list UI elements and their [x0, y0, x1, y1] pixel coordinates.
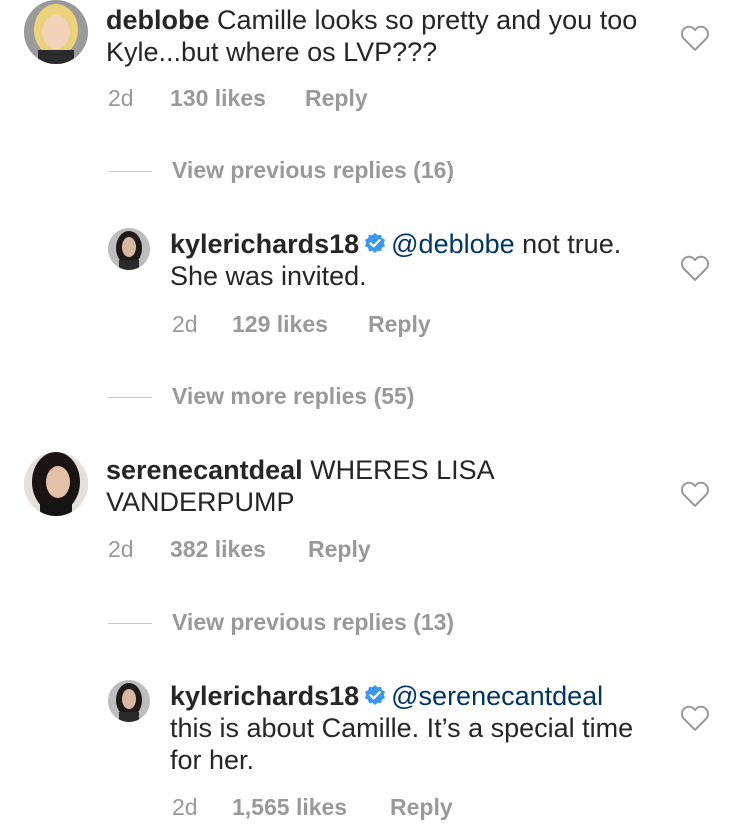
mention-link[interactable]: @deblobe — [391, 229, 515, 259]
avatar-serenecantdeal-image — [24, 452, 88, 516]
divider-line — [108, 623, 152, 625]
avatar-deblobe[interactable] — [24, 0, 88, 64]
timestamp: 2d — [108, 536, 134, 562]
comment-meta: 2d 130 likes Reply — [108, 85, 368, 112]
likes-count[interactable]: 130 likes — [170, 85, 305, 112]
verified-badge-icon — [365, 233, 386, 253]
likes-count[interactable]: 129 likes — [232, 311, 368, 338]
divider-line — [108, 397, 152, 399]
avatar-deblobe-image — [24, 0, 88, 64]
heart-icon[interactable] — [680, 254, 710, 282]
view-replies-link[interactable]: View previous replies (16) — [108, 157, 454, 184]
reply-button[interactable]: Reply — [368, 311, 431, 338]
reply-button[interactable]: Reply — [308, 536, 371, 563]
username-link[interactable]: kylerichards18 — [170, 681, 359, 711]
comment-text: deblobe Camille looks so pretty and you … — [106, 5, 638, 67]
heart-icon[interactable] — [680, 704, 710, 732]
timestamp: 2d — [172, 311, 198, 337]
avatar-serenecantdeal[interactable] — [24, 452, 88, 516]
comment-text: kylerichards18 @serenecantdeal this is ab… — [170, 681, 634, 775]
view-replies-link[interactable]: View previous replies (13) — [108, 609, 454, 636]
username-link[interactable]: deblobe — [106, 5, 210, 35]
reply-button[interactable]: Reply — [305, 85, 368, 112]
username-link[interactable]: kylerichards18 — [170, 229, 359, 259]
timestamp: 2d — [108, 85, 134, 111]
comment-meta: 2d 382 likes Reply — [108, 536, 371, 563]
reply-button[interactable]: Reply — [390, 794, 453, 821]
divider-line — [108, 171, 152, 173]
avatar-kylerichards18[interactable] — [108, 680, 150, 722]
likes-count[interactable]: 382 likes — [170, 536, 308, 563]
verified-badge-icon — [365, 685, 386, 705]
heart-icon[interactable] — [680, 24, 710, 52]
avatar-kylerichards18[interactable] — [108, 228, 150, 270]
likes-count[interactable]: 1,565 likes — [232, 794, 390, 821]
comment-meta: 2d 1,565 likes Reply — [172, 794, 453, 821]
avatar-kylerichards18-image — [108, 680, 150, 722]
view-replies-link[interactable]: View more replies (55) — [108, 383, 414, 410]
username-link[interactable]: serenecantdeal — [106, 455, 303, 485]
comment-meta: 2d 129 likes Reply — [172, 311, 431, 338]
comment-text: serenecantdeal WHERES LISA VANDERPUMP — [106, 455, 494, 517]
heart-icon[interactable] — [680, 480, 710, 508]
mention-link[interactable]: @serenecantdeal — [391, 681, 603, 711]
timestamp: 2d — [172, 794, 198, 820]
avatar-kylerichards18-image — [108, 228, 150, 270]
comment-text: kylerichards18 @deblobe not true. She was… — [170, 229, 622, 291]
